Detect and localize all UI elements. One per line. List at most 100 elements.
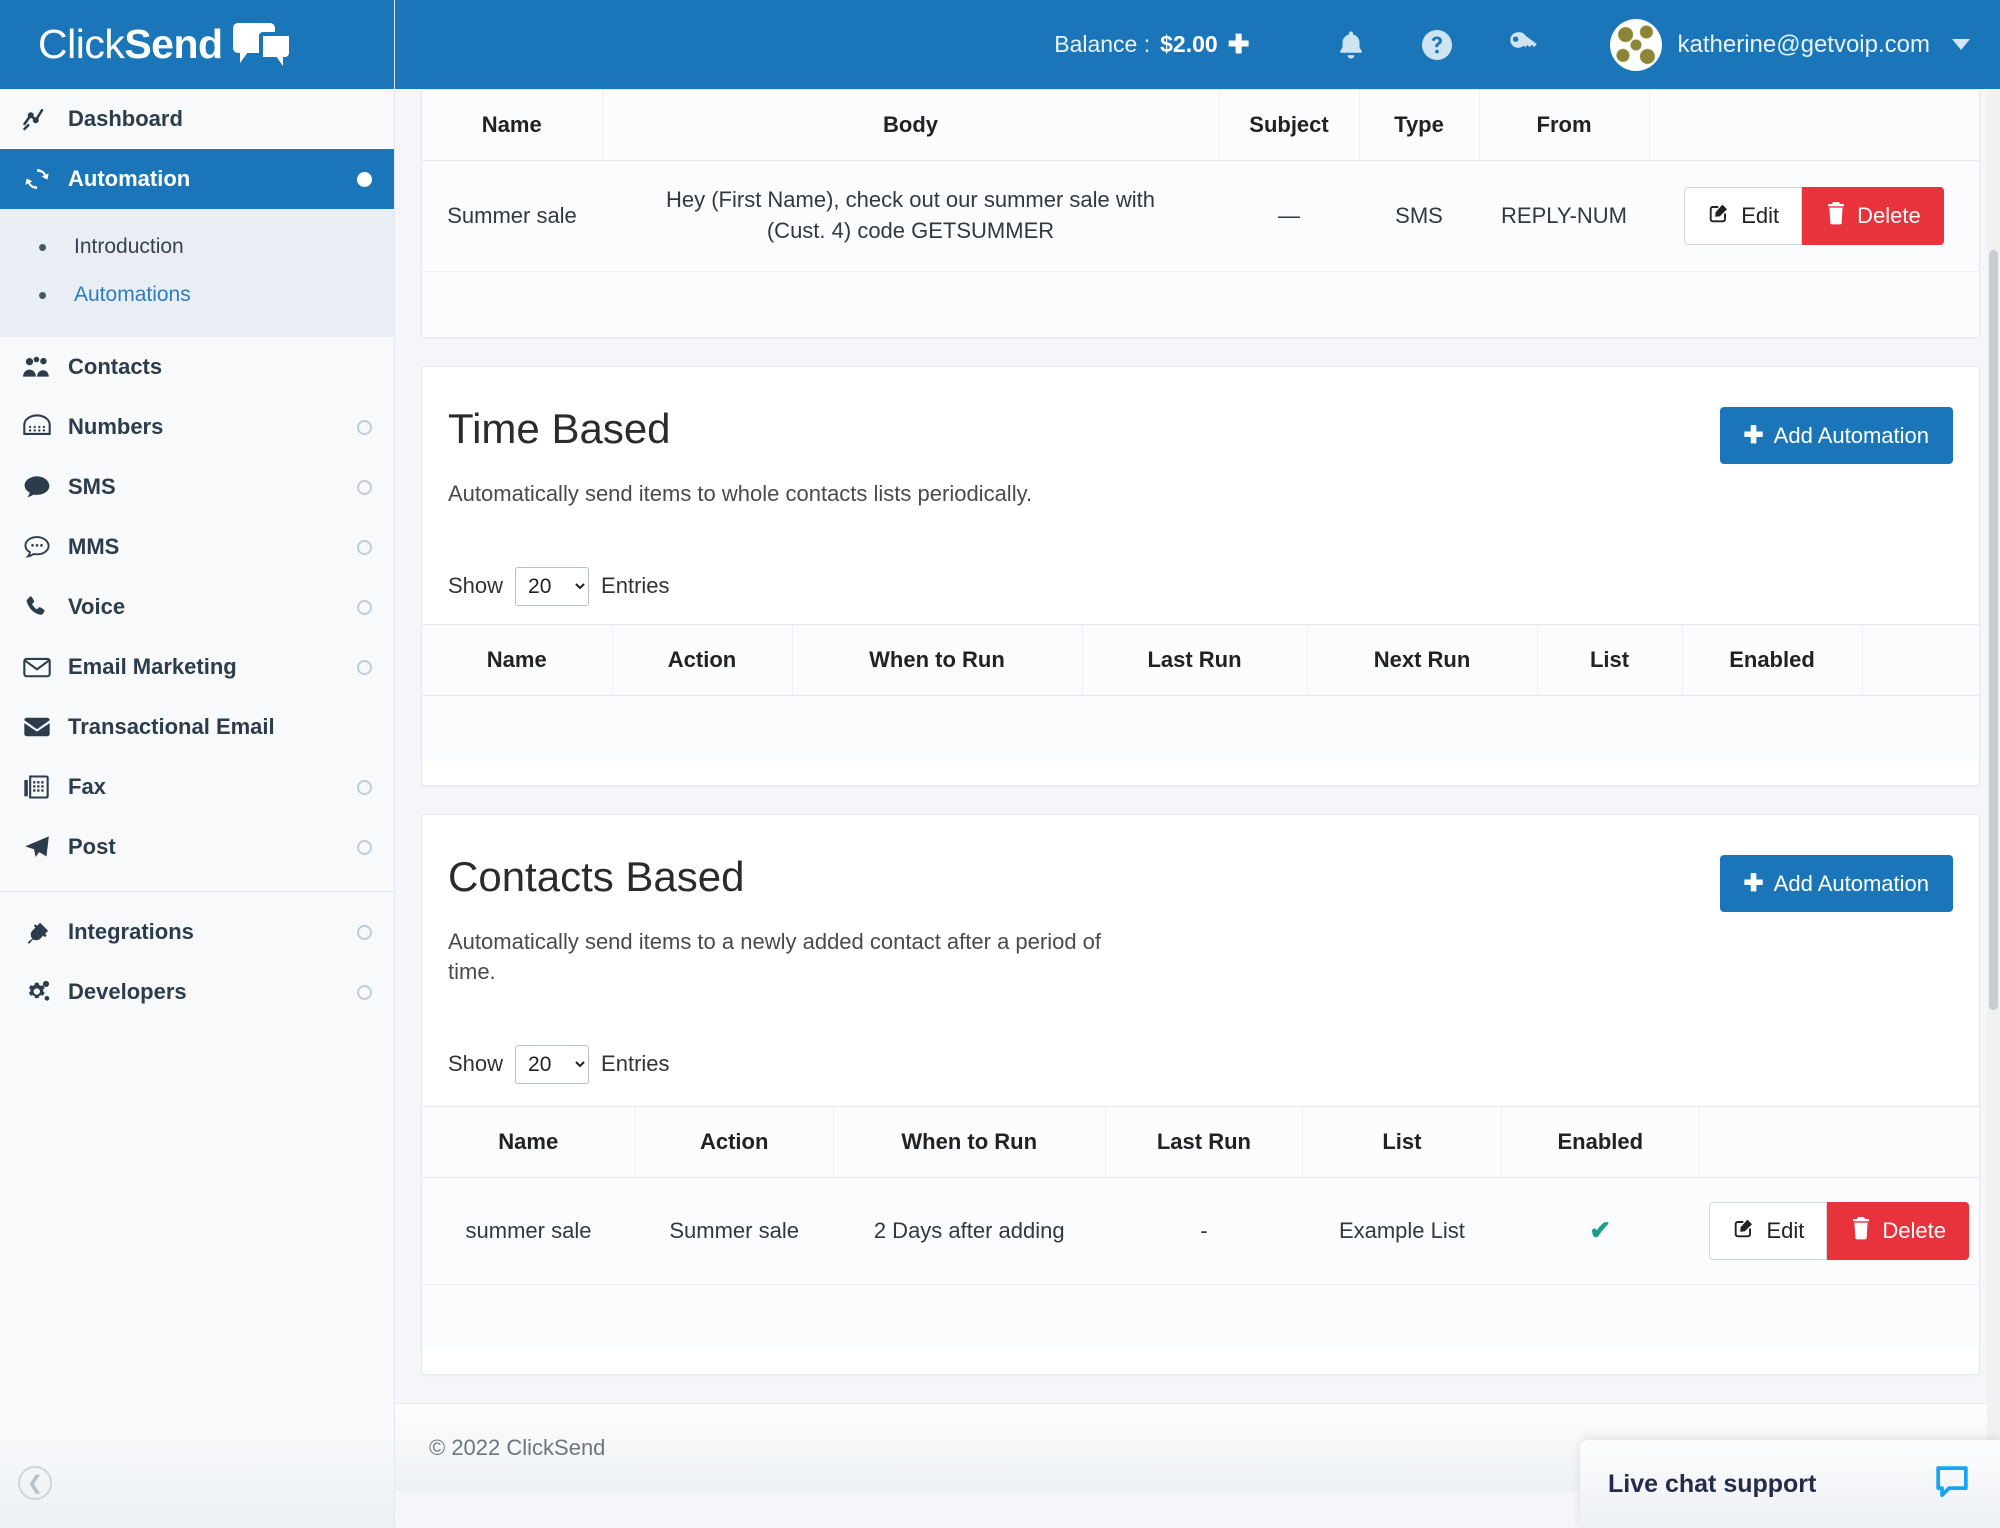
show-label: Show	[448, 573, 504, 599]
table-header-row: Name Body Subject Type From	[422, 89, 1979, 161]
edit-button-label: Edit	[1741, 202, 1780, 228]
sidebar-subitem-automations[interactable]: • Automations	[0, 271, 394, 319]
add-automation-button-time-based[interactable]: ✚ Add Automation	[1719, 407, 1953, 465]
user-menu[interactable]: katherine@getvoip.com	[1609, 18, 1970, 71]
edit-button[interactable]: Edit	[1684, 186, 1803, 245]
sidebar-item-developers[interactable]: Developers	[0, 962, 394, 1022]
col-type: Type	[1358, 89, 1479, 161]
sidebar-item-contacts[interactable]: Contacts	[0, 337, 394, 397]
contacts-based-body: ✚ Add Automation Contacts Based Automati…	[422, 815, 1979, 1374]
brand-name-light: Click	[38, 21, 125, 67]
sidebar-item-email-marketing[interactable]: Email Marketing	[0, 637, 394, 697]
contacts-based-table: Name Action When to Run Last Run List En…	[422, 1105, 1979, 1351]
sidebar-item-label: Developers	[68, 979, 187, 1004]
sidebar-item-automation[interactable]: Automation	[0, 149, 394, 209]
sidebar-item-numbers[interactable]: Numbers	[0, 397, 394, 457]
cell-name: Summer sale	[422, 160, 602, 272]
cell-last-run: -	[1105, 1177, 1303, 1285]
sidebar-item-dashboard[interactable]: Dashboard	[0, 89, 394, 149]
user-email: katherine@getvoip.com	[1677, 30, 1931, 58]
table-row-spacer	[422, 271, 1979, 338]
sidebar-subitem-label: Automations	[74, 283, 191, 306]
table-row-spacer	[422, 1284, 1979, 1351]
time-based-body: ✚ Add Automation Time Based Automaticall…	[422, 367, 1979, 785]
sidebar-item-label: Numbers	[68, 414, 164, 439]
add-automation-button-contacts-based[interactable]: ✚ Add Automation	[1719, 855, 1953, 913]
balance-label: Balance :	[1054, 31, 1151, 57]
delete-button[interactable]: Delete	[1802, 186, 1944, 245]
col-name: Name	[422, 89, 602, 161]
phone-icon	[22, 593, 68, 621]
cell-from: REPLY-NUM	[1479, 160, 1649, 272]
chevron-left-circle-icon[interactable]: ❮	[18, 1466, 52, 1500]
sidebar-item-transactional-email[interactable]: Transactional Email	[0, 697, 394, 757]
sidebar-item-mms[interactable]: MMS	[0, 517, 394, 577]
row-action-group: Edit Delete	[1709, 1201, 1969, 1260]
entries-label: Entries	[601, 573, 670, 599]
add-automation-label: Add Automation	[1773, 422, 1929, 448]
trash-icon	[1825, 201, 1847, 231]
sidebar-divider	[0, 891, 394, 892]
pencil-square-icon	[1707, 201, 1731, 231]
chat-bubble-icon	[1932, 1462, 1972, 1507]
sidebar-subitem-introduction[interactable]: • Introduction	[0, 223, 394, 271]
contacts-based-description: Automatically send items to a newly adde…	[448, 929, 1102, 984]
sidebar-item-voice[interactable]: Voice	[0, 577, 394, 637]
col-actions	[1648, 89, 1979, 161]
col-last-run: Last Run	[1104, 1105, 1303, 1178]
comment-icon	[22, 474, 68, 500]
balance-widget[interactable]: Balance : $2.00 ✚	[1054, 29, 1249, 60]
edit-button[interactable]: Edit	[1709, 1201, 1828, 1260]
delete-button-label: Delete	[1857, 202, 1921, 228]
sidebar-item-integrations[interactable]: Integrations	[0, 902, 394, 962]
entries-label: Entries	[601, 1051, 670, 1077]
status-ring	[357, 539, 372, 555]
question-circle-icon[interactable]	[1394, 27, 1480, 63]
comment-dots-icon	[22, 534, 68, 560]
sidebar-item-fax[interactable]: Fax	[0, 757, 394, 817]
cell-list: Example List	[1302, 1177, 1502, 1285]
chat-bubbles-icon	[232, 22, 291, 67]
col-enabled: Enabled	[1681, 623, 1862, 696]
chevron-down-icon[interactable]	[1952, 39, 1970, 50]
col-subject: Subject	[1218, 89, 1359, 161]
status-ring	[357, 779, 372, 795]
contacts-based-table-body: summer sale Summer sale 2 Days after add…	[422, 1177, 1979, 1351]
template-table-head: Name Body Subject Type From	[422, 89, 1979, 161]
status-ring	[357, 924, 372, 940]
plus-icon[interactable]: ✚	[1228, 29, 1250, 60]
status-ring	[357, 479, 372, 495]
live-chat-support-widget[interactable]: Live chat support	[1580, 1440, 2000, 1528]
plus-icon: ✚	[1743, 422, 1764, 450]
edit-button-label: Edit	[1766, 1217, 1805, 1243]
bell-icon[interactable]	[1308, 28, 1394, 62]
sidebar-item-post[interactable]: Post	[0, 817, 394, 877]
app-root: ClickSend Dashboard Automation • Introdu…	[0, 0, 2000, 1528]
contacts-based-table-wrap: Name Action When to Run Last Run List En…	[422, 1105, 1979, 1351]
time-based-table: Name Action When to Run Last Run Next Ru…	[422, 623, 1979, 762]
add-automation-label: Add Automation	[1773, 870, 1929, 896]
delete-button[interactable]: Delete	[1827, 1201, 1969, 1260]
cell-actions: Edit Delete	[1649, 160, 1979, 272]
status-ring	[357, 839, 372, 855]
status-ring	[357, 419, 372, 435]
footer-copyright: © 2022 ClickSend	[429, 1434, 606, 1460]
key-icon[interactable]	[1480, 28, 1566, 62]
cell-subject: —	[1219, 160, 1359, 272]
sidebar-subnav-automation: • Introduction • Automations	[0, 209, 394, 337]
scrollbar-thumb[interactable]	[1989, 250, 1998, 1010]
page-size-select[interactable]: 201050100	[515, 566, 590, 606]
brand-logo[interactable]: ClickSend	[0, 0, 394, 89]
page-size-select[interactable]: 201050100	[515, 1044, 590, 1084]
status-ring	[357, 659, 372, 675]
sidebar-item-label: Post	[68, 834, 116, 859]
sidebar-item-sms[interactable]: SMS	[0, 457, 394, 517]
col-actions	[1861, 623, 1979, 696]
template-table: Name Body Subject Type From Summer sale …	[422, 89, 1979, 338]
sidebar-item-label: Dashboard	[68, 106, 183, 131]
users-icon	[22, 354, 68, 380]
table-header-row: Name Action When to Run Last Run List En…	[422, 1105, 1979, 1178]
col-when-to-run: When to Run	[832, 1105, 1106, 1178]
content-scroll-area[interactable]: Name Body Subject Type From Summer sale …	[395, 89, 2000, 1528]
cell-when-to-run: 2 Days after adding	[833, 1177, 1106, 1285]
